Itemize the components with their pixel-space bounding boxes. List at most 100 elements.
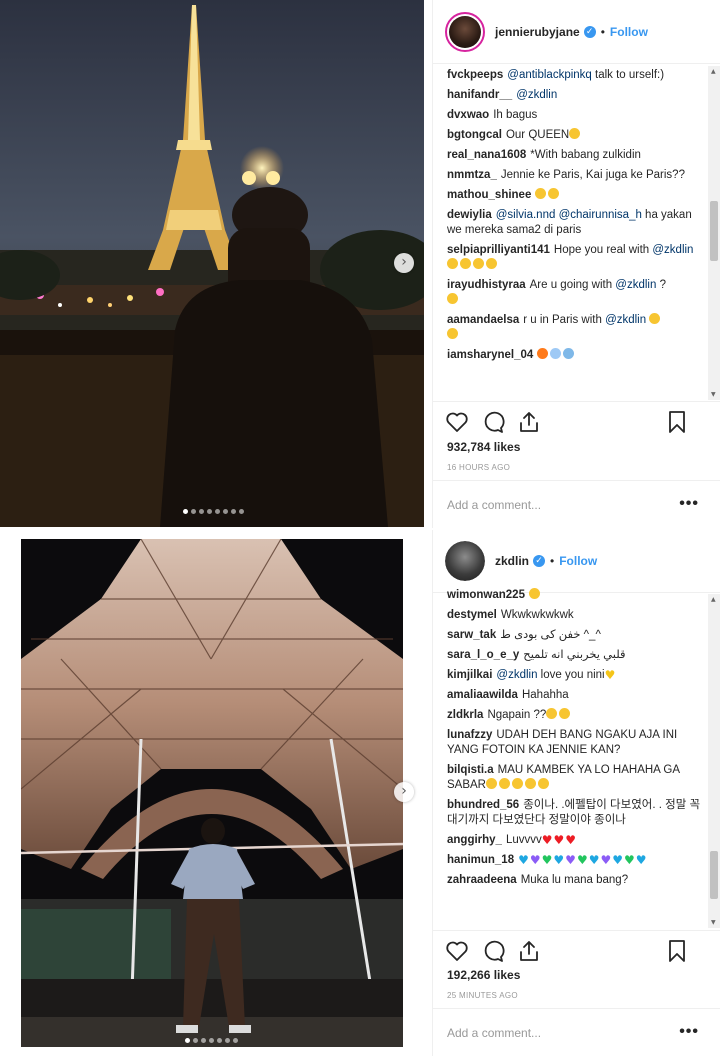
comment-username[interactable]: selpiaprilliyanti141 [447,244,550,256]
heart-outline-icon[interactable] [445,410,469,434]
comment-username[interactable]: hanifandr__ [447,89,512,101]
add-comment-field[interactable]: Add a comment... ••• [433,1008,720,1056]
comment-username[interactable]: nmmtza_ [447,169,497,181]
avatar[interactable] [445,11,485,52]
comment-row: wimonwan225 [447,588,707,603]
comment-username[interactable]: aamandaelsa [447,314,519,326]
post-actions [433,930,720,970]
header-separator: • [600,24,605,39]
post-timestamp: 16 HOURS AGO [447,463,511,472]
post-photo-eiffel-night[interactable] [0,0,424,527]
under-eiffel-photo-art [21,539,403,1047]
comment-mention-link[interactable]: @chairunnisa_h [559,209,642,221]
comment-username[interactable]: real_nana1608 [447,149,526,161]
open-emoji-icon [538,778,549,789]
add-comment-field[interactable]: Add a comment... ••• [433,480,720,528]
comment-text: قلبي يخربني انه تلميح [523,649,626,661]
carousel-dots [183,509,244,514]
comment-row: dvxwao Ih bagus [447,108,707,123]
follow-button[interactable]: Follow [559,554,597,568]
likes-count[interactable]: 192,266 likes [447,968,520,982]
scroll-thumb[interactable] [710,201,718,261]
carousel-dot [225,1038,230,1043]
comment-icon[interactable] [481,410,505,434]
scroll-thumb[interactable] [710,851,718,899]
more-options-icon[interactable]: ••• [679,1023,699,1041]
comments-scrollbar[interactable]: ▲ ▼ [708,594,720,928]
comment-username[interactable]: fvckpeeps [447,69,503,81]
share-icon[interactable] [517,410,541,434]
comment-mention-link[interactable]: @silvia.nnd [496,209,556,221]
comment-username[interactable]: bhundred_56 [447,799,519,811]
comment-text: Luvvvv [505,834,542,846]
comment-username[interactable]: dewiylia [447,209,492,221]
comment-username[interactable]: dvxwao [447,109,489,121]
comment-row: zahraadeena Muka lu mana bang? [447,873,707,888]
comment-text: Hahahha [521,689,569,701]
post-username[interactable]: zkdlin [495,554,529,568]
add-comment-placeholder[interactable]: Add a comment... [447,1026,541,1040]
bookmark-icon[interactable] [665,410,689,434]
scroll-down-arrow-icon[interactable]: ▼ [711,391,716,398]
green-heart-emoji-icon: ♥ [576,853,588,867]
comment-username[interactable]: bgtongcal [447,129,502,141]
comment-username[interactable]: hanimun_18 [447,854,514,866]
comment-list[interactable]: fvckpeeps @antiblackpinkq talk to urself:… [433,68,720,398]
red-heart-emoji-icon: ♥ [541,833,553,847]
comment-mention-link[interactable]: @zkdlin [615,279,656,291]
comment-username[interactable]: zldkrla [447,709,483,721]
comment-row: kimjilkai @zkdlin love you nini♥ [447,668,707,683]
follow-button[interactable]: Follow [610,25,648,39]
avatar-image [449,15,481,48]
comment-username[interactable]: wimonwan225 [447,589,525,601]
scroll-down-arrow-icon[interactable]: ▼ [711,919,716,926]
comments-scrollbar[interactable]: ▲ ▼ [708,66,720,400]
carousel-dot [207,509,212,514]
carousel-dot [217,1038,222,1043]
next-photo-arrow-icon[interactable]: › [394,253,414,273]
likes-count[interactable]: 932,784 likes [447,440,520,454]
comment-username[interactable]: destymel [447,609,497,621]
carousel-dot [201,1038,206,1043]
comment-mention-link[interactable]: @zkdlin [496,669,537,681]
post-timestamp: 25 MINUTES AGO [447,991,518,1000]
bookmark-icon[interactable] [665,939,689,963]
post-photo-under-eiffel[interactable] [21,539,403,1047]
scroll-up-arrow-icon[interactable]: ▲ [711,596,716,603]
comment-mention-link[interactable]: @zkdlin [605,314,646,326]
more-options-icon[interactable]: ••• [679,495,699,513]
comment-username[interactable]: zahraadeena [447,874,517,886]
comment-username[interactable]: iamsharynel_04 [447,349,533,361]
comment-username[interactable]: sarw_tak [447,629,496,641]
add-comment-placeholder[interactable]: Add a comment... [447,498,541,512]
carousel-dot [233,1038,238,1043]
comment-username[interactable]: mathou_shinee [447,189,531,201]
share-icon[interactable] [517,939,541,963]
grin-emoji-icon [447,328,458,339]
comment-icon[interactable] [481,939,505,963]
comment-username[interactable]: sara_l_o_e_y [447,649,519,661]
post-header: jennierubyjane ✓ • Follow [433,0,720,64]
comment-row: lunafzzy UDAH DEH BANG NGAKU AJA INI YANG… [447,728,707,758]
comment-mention-link[interactable]: @zkdlin [516,89,557,101]
comment-username[interactable]: irayudhistyraa [447,279,526,291]
heart-outline-icon[interactable] [445,939,469,963]
comment-mention-link[interactable]: @zkdlin [652,244,693,256]
comment-row: irayudhistyraa Are u going with @zkdlin ? [447,278,707,308]
comment-row: bhundred_56 종이나. .에펠탑이 다보였어. . 정말 꼭대기까지 다… [447,798,707,828]
comment-mention-link[interactable]: @antiblackpinkq [507,69,592,81]
comment-row: nmmtza_ Jennie ke Paris, Kai juga ke Pari… [447,168,707,183]
comment-list[interactable]: wimonwan225 destymel Wkwkwkwkwk sarw_tak خفن… [433,588,720,928]
post-username[interactable]: jennierubyjane [495,25,580,39]
comment-username[interactable]: amaliaawilda [447,689,518,701]
comment-username[interactable]: kimjilkai [447,669,492,681]
comment-username[interactable]: anggirhy_ [447,834,502,846]
next-photo-arrow-icon[interactable]: › [394,782,414,802]
post-zkdlin: › zkdlin ✓ • Follow wimonwan225 destymel W… [0,530,720,1056]
grin-emoji-icon [649,313,661,324]
tired-emoji-icon [546,708,558,719]
comment-username[interactable]: bilqisti.a [447,764,494,776]
comment-username[interactable]: lunafzzy [447,729,492,741]
scroll-up-arrow-icon[interactable]: ▲ [711,68,716,75]
avatar[interactable] [445,541,485,581]
